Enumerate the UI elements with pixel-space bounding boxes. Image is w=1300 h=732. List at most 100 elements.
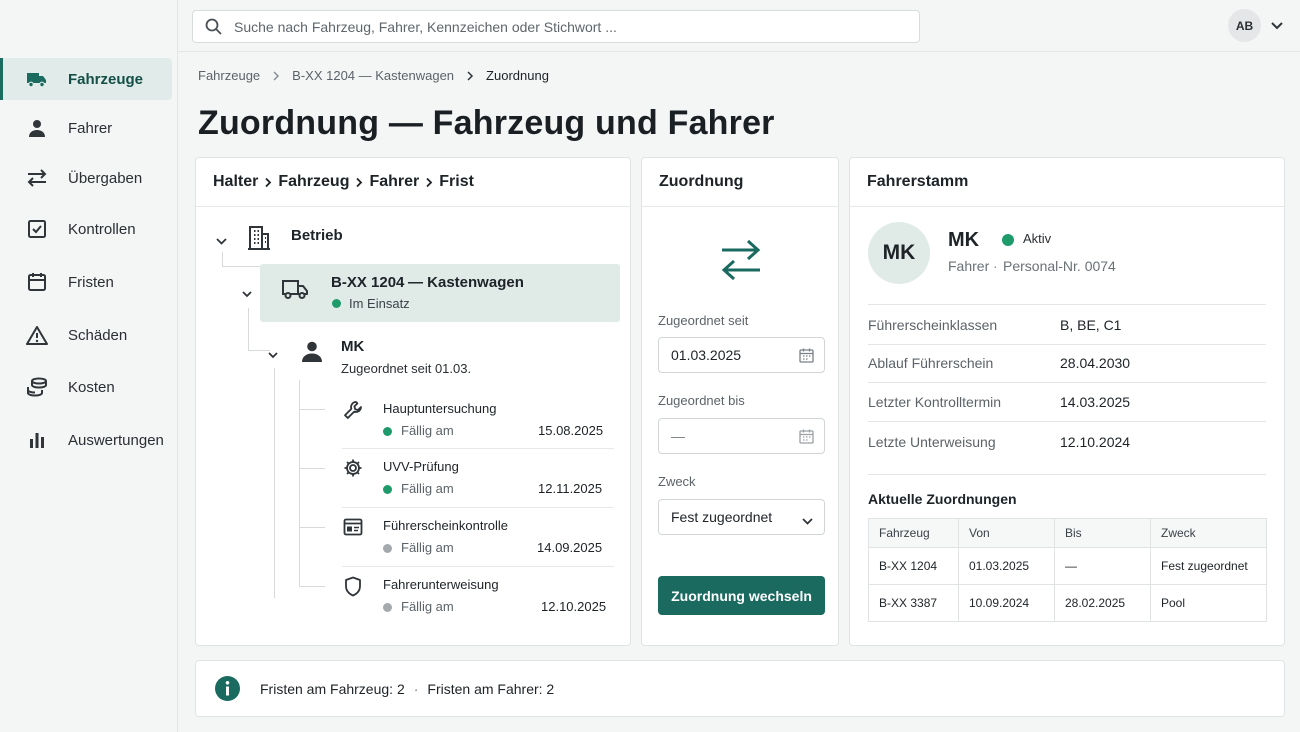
sidebar-item-uebergaben[interactable]: Übergaben [0,157,172,199]
divider [868,382,1266,383]
warning-icon [26,324,48,346]
table-cell: Fest zugeordnet [1150,547,1267,585]
sidebar-item-schaeden[interactable]: Schäden [0,314,172,356]
separator-dot: · [413,680,419,697]
status-dot [383,485,392,494]
table-cell: — [1054,547,1151,585]
chevron-right-icon [466,70,474,81]
sidebar-item-fahrer[interactable]: Fahrer [0,107,172,149]
vehicle-plate: B-XX 1204 [331,274,405,291]
person-icon [26,117,48,139]
breadcrumb-item-current: Zuordnung [486,68,549,83]
breadcrumb-item-vehicle[interactable]: B-XX 1204 — Kastenwagen [292,68,454,83]
deadline-item[interactable]: Führerscheinkontrolle Fällig am 14.09.20… [326,507,614,566]
deadline-date: 15.08.2025 [538,423,604,438]
sidebar-item-kosten[interactable]: Kosten [0,366,172,408]
purpose-label: Zweck [658,474,696,489]
current-assignments-title: Aktuelle Zuordnungen [868,491,1017,507]
sidebar-item-label: Fahrer [68,119,113,137]
status-badge: Aktiv [1023,231,1052,246]
assigned-from-field[interactable]: 01.03.2025 [658,337,825,373]
coins-icon [26,376,48,398]
status-dot [1002,234,1014,246]
chevron-right-icon [272,70,280,81]
bar-chart-icon [26,429,48,451]
search-input[interactable] [234,18,894,35]
table-cell: 28.02.2025 [1054,584,1151,622]
gear-icon [343,458,363,483]
sidebar-item-label: Kosten [68,378,115,396]
deadline-title: Fahrerunterweisung [383,577,499,592]
assigned-to-label: Zugeordnet bis [658,393,745,408]
sidebar-item-fahrzeuge[interactable]: Fahrzeuge [0,58,172,100]
license-classes-value: B, BE, C1 [1060,317,1122,333]
search-box[interactable] [192,10,920,43]
last-check-value: 14.03.2025 [1060,394,1131,410]
column-header: Bis [1054,518,1151,548]
tree-header-fahrer: Fahrer [369,173,420,190]
user-avatar[interactable]: AB [1228,9,1261,42]
sidebar-item-fristen[interactable]: Fristen [0,261,172,303]
chevron-right-icon [355,177,363,188]
divider [868,344,1266,345]
change-assignment-button[interactable]: Zuordnung wechseln [658,576,825,615]
chevron-right-icon [264,177,272,188]
breadcrumb-item-fahrzeuge[interactable]: Fahrzeuge [198,68,260,83]
top-bar: AB [178,0,1300,52]
assigned-to-value: — [671,428,685,444]
truck-icon [281,278,309,305]
vehicle-status: Im Einsatz [349,296,410,311]
driver-deadlines-count: Fristen am Fahrer: 2 [427,680,555,697]
deadline-date: 12.11.2025 [538,481,603,496]
id-card-icon [343,518,363,541]
license-expiry-value: 28.04.2030 [1060,355,1131,371]
assigned-to-field[interactable]: — [658,418,825,454]
assigned-from-label: Zugeordnet seit [658,313,749,328]
sidebar-item-label: Fristen [68,273,114,291]
table-cell: B-XX 3387 [868,584,959,622]
deadline-item[interactable]: Hauptuntersuchung Fällig am 15.08.2025 [326,388,614,447]
column-header: Fahrzeug [868,518,959,548]
status-dot [383,544,392,553]
breadcrumb: Fahrzeuge B-XX 1204 — Kastenwagen Zuordn… [198,68,549,83]
deadline-item[interactable]: Fahrerunterweisung Fällig am 12.10.2025 [326,566,614,625]
driver-master-card: Fahrerstamm MK MK Aktiv Fahrer · Persona… [849,157,1285,646]
tree-node-vehicle[interactable]: B-XX 1204 — Kastenwagen Im Einsatz [260,264,620,322]
license-expiry-label: Ablauf Führerschein [868,355,994,371]
table-row[interactable]: B-XX 3387 10.09.2024 28.02.2025 Pool [868,584,1267,622]
page-title: Zuordnung — Fahrzeug und Fahrer [198,104,775,142]
deadline-title: UVV-Prüfung [383,459,459,474]
deadline-date: 14.09.2025 [537,540,603,555]
deadline-label: Fällig am [401,481,454,496]
deadline-summary-bar: Fristen am Fahrzeug: 2 · Fristen am Fahr… [195,660,1285,717]
chevron-down-icon[interactable] [241,286,253,304]
chevron-down-icon[interactable] [215,233,228,251]
chevron-down-icon[interactable] [1270,18,1284,36]
tree-connector [274,368,275,598]
assignment-header: Zuordnung [642,158,838,207]
deadline-label: Fällig am [401,423,454,438]
calendar-icon[interactable] [799,429,814,447]
table-cell: 01.03.2025 [958,547,1055,585]
deadline-label: Fällig am [401,540,454,555]
tree-connector [299,586,325,587]
calendar-icon[interactable] [799,348,814,366]
table-row[interactable]: B-XX 1204 01.03.2025 — Fest zugeordnet [868,547,1267,585]
column-header: Zweck [1150,518,1267,548]
deadline-item[interactable]: UVV-Prüfung Fällig am 12.11.2025 [326,448,614,507]
sidebar: Fahrzeuge Fahrer Übergaben Kontrollen Fr… [0,0,178,732]
sidebar-item-kontrollen[interactable]: Kontrollen [0,208,172,250]
building-icon [247,224,271,255]
driver-assigned-since: Zugeordnet seit 01.03. [341,361,472,376]
sidebar-item-auswertungen[interactable]: Auswertungen [0,419,172,461]
tree-root-label: Betrieb [291,227,343,244]
vehicle-type: — Kastenwagen [408,274,524,291]
status-dot [383,427,392,436]
tree-header: Halter Fahrzeug Fahrer Frist [196,158,630,207]
column-header: Von [958,518,1055,548]
chevron-down-icon[interactable] [267,347,279,365]
person-icon [301,340,323,368]
tree-header-fahrzeug: Fahrzeug [278,173,350,190]
license-classes-label: Führerscheinklassen [868,317,998,333]
purpose-select[interactable]: Fest zugeordnet [658,499,825,535]
